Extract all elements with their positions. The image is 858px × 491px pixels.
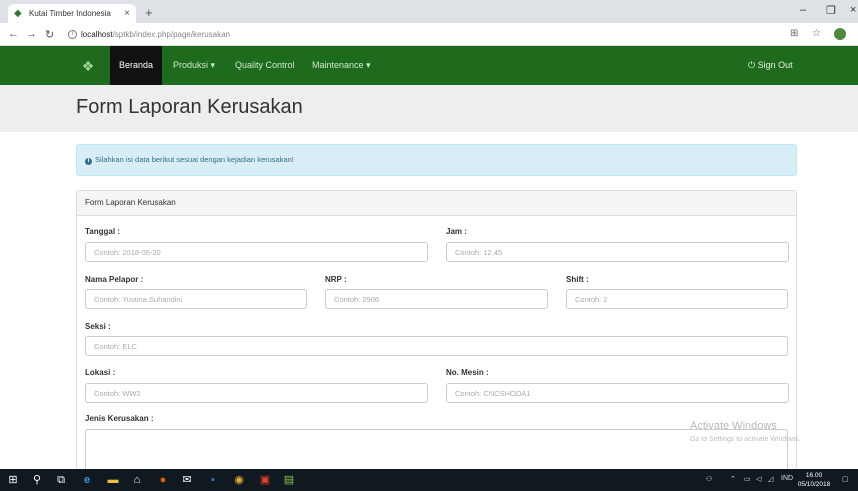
seksi-label: Seksi : <box>85 322 111 331</box>
file-explorer-icon[interactable]: ▬ <box>106 473 120 487</box>
battery-icon[interactable]: ▭ <box>744 475 751 483</box>
task-view-icon[interactable]: ⧉ <box>54 473 68 487</box>
notifications-icon[interactable]: ▢ <box>842 475 849 483</box>
url-path: /sptkb/index.php/page/kerusakan <box>112 30 230 39</box>
jenis-kerusakan-label: Jenis Kerusakan : <box>85 414 154 423</box>
activate-windows-watermark: Activate Windows <box>690 420 777 432</box>
info-circle-icon: i <box>85 158 92 165</box>
app-navbar: ❖ Beranda Produksi ▾ Quality Control Mai… <box>0 46 858 85</box>
site-favicon-icon: ◆ <box>14 7 22 19</box>
tanggal-label: Tanggal : <box>85 227 120 236</box>
language-indicator[interactable]: IND <box>781 475 793 482</box>
reload-icon[interactable]: ↻ <box>45 28 54 41</box>
firefox-icon[interactable]: ● <box>156 473 170 487</box>
page-title: Form Laporan Kerusakan <box>76 96 303 118</box>
nama-pelapor-input[interactable] <box>85 289 307 309</box>
back-icon[interactable]: ← <box>8 28 19 40</box>
url-host: localhost <box>81 30 113 39</box>
info-alert: i Silahkan isi data berikut sesuai dengan… <box>76 144 797 176</box>
bookmark-star-icon[interactable]: ☆ <box>812 28 821 39</box>
start-icon[interactable]: ⊞ <box>6 473 20 487</box>
browser-tab[interactable]: ◆ Kutai Timber Indonesia × <box>8 4 136 23</box>
alert-text: Silahkan isi data berikut sesuai dengan … <box>95 155 294 164</box>
nama-pelapor-label: Nama Pelapor : <box>85 275 144 284</box>
tab-close-icon[interactable]: × <box>124 8 130 19</box>
sign-out-label: Sign Out <box>757 60 793 70</box>
store-icon[interactable]: ⌂ <box>130 473 144 487</box>
activate-windows-hint: Go to Settings to activate Windows. <box>690 436 801 443</box>
nav-produksi[interactable]: Produksi ▾ <box>164 46 224 85</box>
page-header: Form Laporan Kerusakan <box>0 85 858 132</box>
panel-heading: Form Laporan Kerusakan <box>77 191 796 216</box>
profile-avatar[interactable] <box>834 28 846 40</box>
power-icon: ⏻ <box>748 60 758 70</box>
tab-title: Kutai Timber Indonesia <box>29 9 111 18</box>
volume-icon[interactable]: ◁ <box>756 475 761 483</box>
jam-input[interactable] <box>446 242 789 262</box>
no-mesin-label: No. Mesin : <box>446 368 489 377</box>
clock-time: 16.00 <box>805 472 823 479</box>
nrp-input[interactable] <box>325 289 548 309</box>
windows-taskbar: ⊞ ⚲ ⧉ e ▬ ⌂ ● ✉ ▪ ◉ ▣ ▤ ⚇ ⌃ ▭ ◁ ◿ IND 16… <box>0 469 858 491</box>
forward-icon[interactable]: → <box>26 28 37 40</box>
lokasi-input[interactable] <box>85 383 428 403</box>
translate-icon[interactable]: ⊞ <box>790 28 798 39</box>
network-icon[interactable]: ◿ <box>768 475 773 483</box>
nav-maintenance[interactable]: Maintenance ▾ <box>303 46 380 85</box>
new-tab-icon[interactable]: + <box>145 5 153 20</box>
jam-label: Jam : <box>446 227 467 236</box>
xampp-icon[interactable]: ▣ <box>258 473 272 487</box>
minimize-icon[interactable]: – <box>800 4 806 16</box>
no-mesin-input[interactable] <box>446 383 789 403</box>
brand-logo-icon[interactable]: ❖ <box>79 57 97 75</box>
shift-input[interactable] <box>566 289 788 309</box>
shift-label: Shift : <box>566 275 589 284</box>
sign-out-link[interactable]: ⏻ Sign Out <box>748 46 793 85</box>
notepad-icon[interactable]: ▤ <box>282 473 296 487</box>
form-panel: Form Laporan Kerusakan Tanggal : Jam : N… <box>76 190 797 471</box>
tanggal-input[interactable] <box>85 242 428 262</box>
seksi-input[interactable] <box>85 336 788 356</box>
clock-date: 05/10/2018 <box>797 481 831 488</box>
tray-chevron-icon[interactable]: ⌃ <box>730 475 736 483</box>
browser-titlebar: ◆ Kutai Timber Indonesia × + – ❐ × <box>0 0 858 23</box>
close-window-icon[interactable]: × <box>850 4 856 16</box>
chrome-icon[interactable]: ◉ <box>232 473 246 487</box>
address-bar: ← → ↻ i localhost/sptkb/index.php/page/ke… <box>0 23 858 46</box>
edge-icon[interactable]: e <box>80 473 94 487</box>
people-icon[interactable]: ⚇ <box>706 475 712 483</box>
site-info-icon[interactable]: i <box>68 30 77 40</box>
nav-quality-control[interactable]: Quality Control <box>226 46 304 85</box>
photoshop-icon[interactable]: ▪ <box>206 473 220 487</box>
lokasi-label: Lokasi : <box>85 368 116 377</box>
nrp-label: NRP : <box>325 275 347 284</box>
search-icon[interactable]: ⚲ <box>30 473 44 487</box>
restore-icon[interactable]: ❐ <box>826 4 836 17</box>
nav-beranda[interactable]: Beranda <box>110 46 163 85</box>
jenis-kerusakan-textarea[interactable] <box>85 429 788 471</box>
system-clock[interactable]: 16.00 05/10/2018 <box>797 471 831 489</box>
mail-icon[interactable]: ✉ <box>180 473 194 487</box>
url-field[interactable]: i localhost/sptkb/index.php/page/kerusaka… <box>68 27 768 42</box>
